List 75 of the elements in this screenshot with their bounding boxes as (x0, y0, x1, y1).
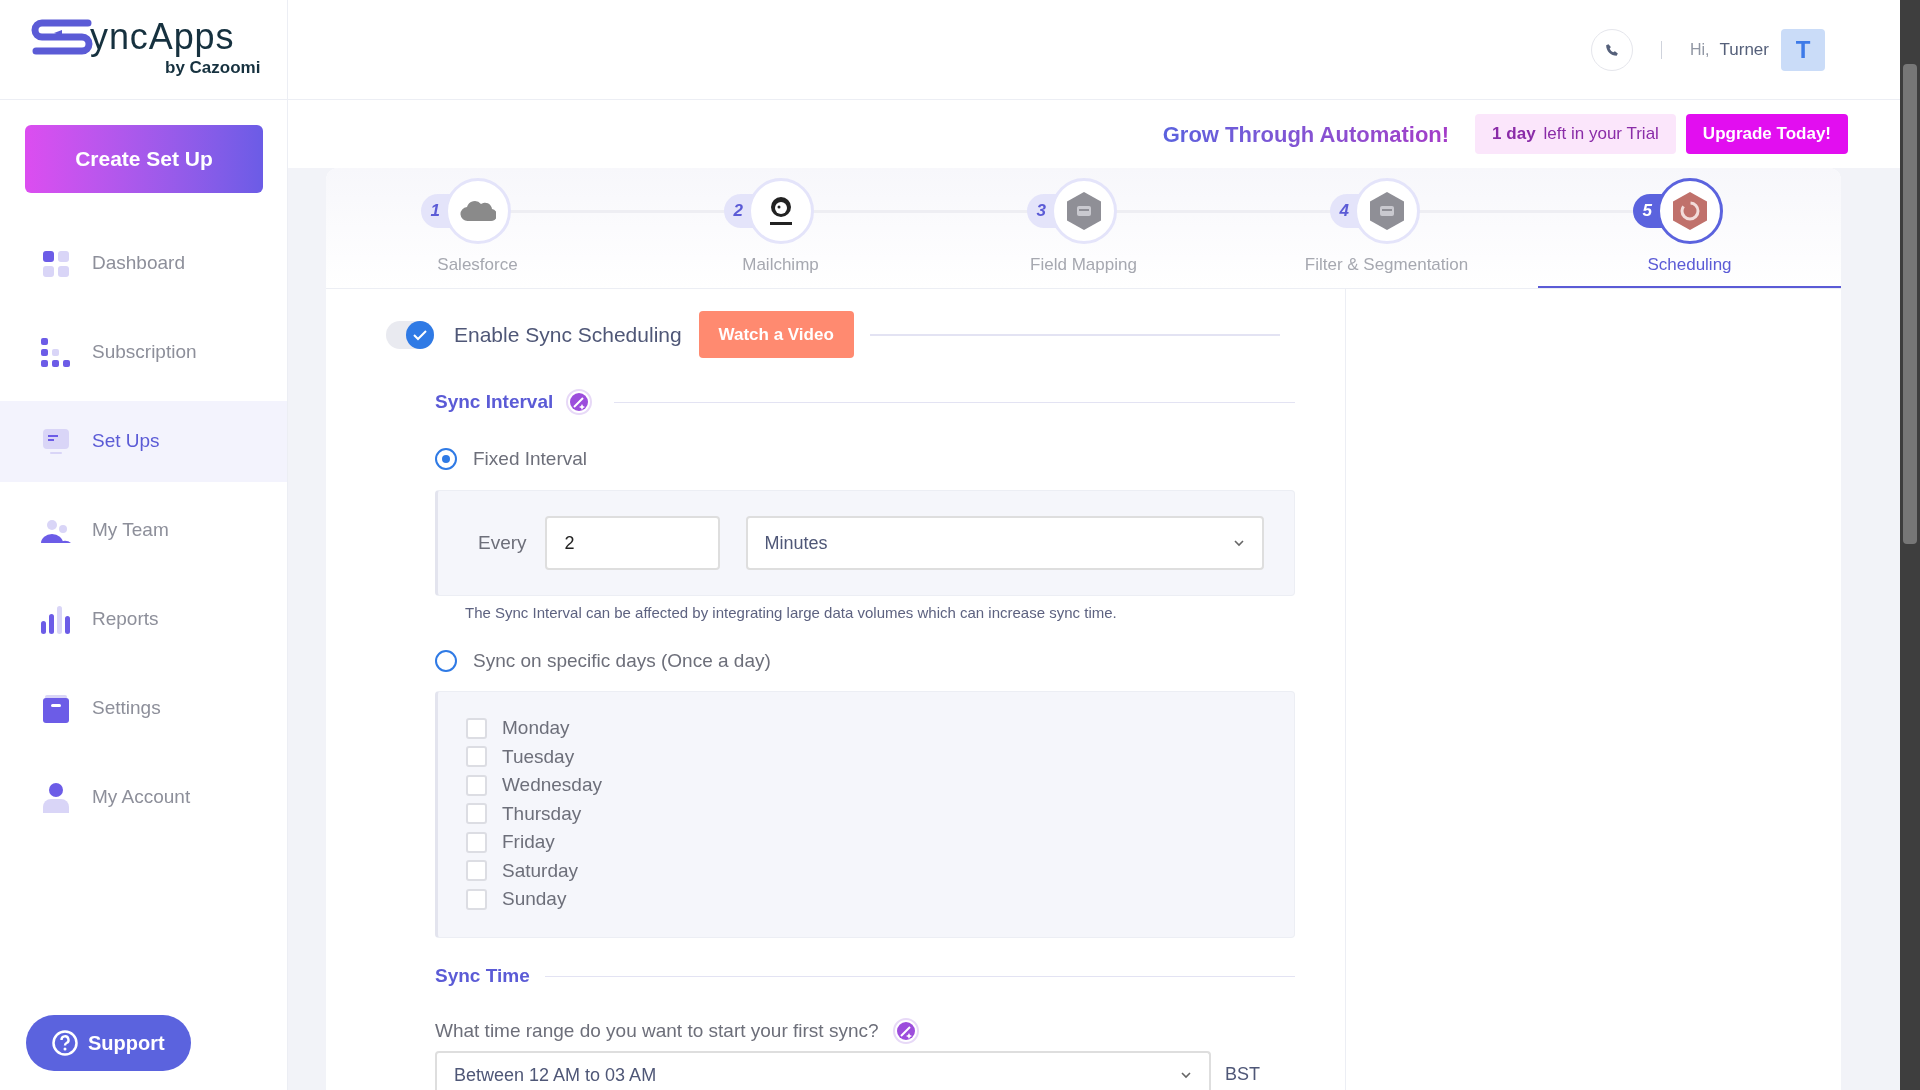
day-label: Wednesday (502, 773, 602, 797)
radio-button[interactable] (435, 447, 457, 470)
day-label: Friday (502, 830, 555, 854)
enable-label: Enable Sync Scheduling (454, 321, 682, 348)
team-icon (41, 518, 71, 543)
chevron-down-icon (1180, 1071, 1192, 1079)
scrollbar[interactable] (1900, 0, 1920, 1090)
help-icon (52, 1030, 78, 1056)
step-tab[interactable]: 1 Salesforce (326, 168, 629, 288)
monitor-icon (43, 428, 69, 455)
logo-byline: by Cazoomi (165, 57, 261, 79)
section-heading: Sync Interval (435, 390, 554, 414)
step-label: Scheduling (1647, 254, 1732, 276)
support-button[interactable]: Support (26, 1015, 191, 1071)
question-label: What time range do you want to start your first sync? (435, 1018, 879, 1043)
upgrade-button[interactable]: Upgrade Today! (1685, 114, 1848, 154)
day-label: Sunday (502, 887, 567, 911)
day-label: Saturday (502, 858, 579, 883)
section-heading: Sync Time (435, 964, 530, 988)
day-label: Monday (502, 716, 570, 740)
grid-icon (43, 250, 69, 277)
day-checkbox[interactable] (466, 831, 487, 853)
day-checkbox[interactable] (466, 774, 487, 796)
bar-chart-icon (41, 605, 71, 634)
time-range-select[interactable]: Between 12 AM to 03 AM (435, 1051, 1211, 1090)
day-checkbox[interactable] (466, 888, 487, 910)
sidebar-item[interactable]: Reports (0, 579, 287, 660)
sidebar-item[interactable]: Settings (0, 668, 287, 749)
hexagon-icon (1066, 192, 1101, 230)
watch-video-button[interactable]: Watch a Video (698, 311, 854, 358)
cloud-icon (459, 199, 496, 223)
trial-badge: 1 day left in your Trial (1475, 114, 1676, 154)
logo-text: yncApps (90, 18, 235, 55)
step-tab[interactable]: 3 Field Mapping (932, 168, 1235, 288)
sidebar-item[interactable]: My Team (0, 490, 287, 571)
step-label: Filter & Segmentation (1304, 254, 1469, 276)
day-checkbox[interactable] (466, 746, 487, 768)
magic-wand-icon (892, 1017, 919, 1044)
radio-button[interactable] (435, 649, 457, 672)
user-name: Turner (1719, 38, 1769, 61)
day-label: Tuesday (502, 744, 575, 769)
chevron-down-icon (1233, 539, 1245, 547)
interval-note: The Sync Interval can be affected by integrating large data volumes which can increase sync time. (465, 603, 1118, 623)
user-avatar[interactable]: T (1781, 28, 1825, 71)
hexagon-icon (1369, 192, 1404, 230)
step-tab[interactable]: 4 Filter & Segmentation (1235, 168, 1538, 288)
step-tab[interactable]: 5 Scheduling (1538, 168, 1841, 288)
create-setup-button[interactable]: Create Set Up (25, 125, 263, 193)
step-label: Mailchimp (742, 254, 819, 276)
hexagon-icon (1672, 192, 1707, 230)
sidebar-item[interactable]: Subscription (0, 312, 287, 393)
interval-input[interactable]: 2 (544, 516, 720, 570)
dots-icon (41, 337, 71, 368)
enable-toggle[interactable] (386, 320, 434, 349)
day-label: Thursday (502, 801, 582, 826)
day-checkbox[interactable] (466, 717, 487, 739)
day-checkbox[interactable] (466, 803, 487, 825)
sidebar-item[interactable]: Set Ups (0, 401, 287, 482)
unit-select[interactable]: Minutes (745, 516, 1264, 570)
check-icon (413, 328, 427, 341)
step-label: Field Mapping (1030, 254, 1137, 276)
greeting: Hi, (1690, 39, 1710, 60)
sidebar-item[interactable]: My Account (0, 757, 287, 838)
phone-icon (1605, 42, 1619, 57)
step-label: Salesforce (437, 254, 518, 276)
person-icon (43, 782, 69, 813)
step-tab[interactable]: 2 Mailchimp (629, 168, 932, 288)
radio-label: Sync on specific days (Once a day) (473, 648, 771, 673)
folder-icon (43, 694, 69, 723)
radio-label: Fixed Interval (473, 446, 588, 471)
sidebar-item[interactable]: Dashboard (0, 223, 287, 304)
every-label: Every (478, 530, 527, 555)
magic-wand-icon (566, 389, 593, 416)
day-checkbox[interactable] (466, 860, 487, 882)
timezone-label: BST (1225, 1063, 1260, 1085)
